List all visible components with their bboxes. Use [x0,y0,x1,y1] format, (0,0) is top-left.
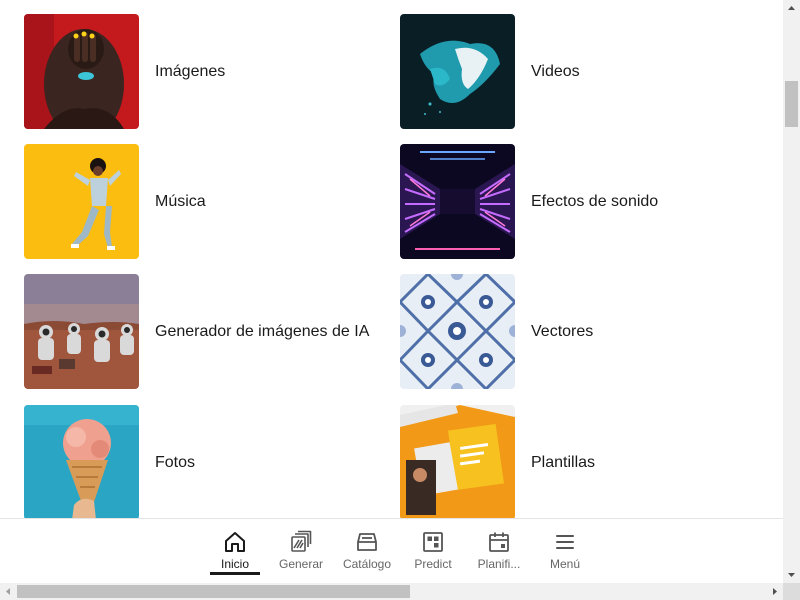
home-icon [223,530,247,554]
nav-label: Catálogo [342,557,392,571]
nav-label: Planifi... [477,557,521,571]
scroll-up-arrow-icon[interactable] [783,0,800,17]
category-label: Música [155,192,206,210]
main-content: Imágenes Videos Música Efectos de sonido… [0,0,783,583]
nav-menu[interactable]: Menú [532,519,598,583]
category-sound-effects[interactable]: Efectos de sonido [400,144,658,259]
dancer-yellow-thumbnail [24,144,139,259]
nav-label: Predict [414,557,452,571]
scroll-down-arrow-icon[interactable] [783,566,800,583]
category-vectors[interactable]: Vectores [400,274,593,389]
nav-label: Menú [549,557,581,571]
scroll-right-arrow-icon[interactable] [766,583,783,600]
predict-icon [421,530,445,554]
scroll-left-arrow-icon[interactable] [0,583,17,600]
category-label: Fotos [155,453,196,471]
horizontal-scroll-thumb[interactable] [17,585,410,598]
teal-fabric-thumbnail [400,14,515,129]
generate-icon [289,530,313,554]
category-templates[interactable]: Plantillas [400,405,595,520]
calendar-icon [487,530,511,554]
nav-catalog[interactable]: Catálogo [334,519,400,583]
category-videos[interactable]: Videos [400,14,580,129]
vertical-scroll-thumb[interactable] [785,81,798,127]
category-label: Generador de imágenes de IA [155,322,370,340]
category-music[interactable]: Música [24,144,206,259]
neon-tunnel-thumbnail [400,144,515,259]
astronauts-desert-thumbnail [24,274,139,389]
category-label: Videos [531,62,580,80]
menu-icon [553,530,577,554]
scrollbar-corner [783,583,800,600]
ice-cream-thumbnail [24,405,139,520]
bottom-navigation: Inicio Generar Catálogo Predict Planifi.… [0,518,783,583]
category-label: Efectos de sonido [531,192,659,210]
nav-generate[interactable]: Generar [268,519,334,583]
category-label: Plantillas [531,453,596,471]
nav-label: Inicio [220,557,249,571]
category-ai-generator[interactable]: Generador de imágenes de IA [24,274,369,389]
category-images[interactable]: Imágenes [24,14,225,129]
nav-predict[interactable]: Predict [400,519,466,583]
category-label: Imágenes [155,62,226,80]
nav-home[interactable]: Inicio [202,519,268,583]
vertical-scrollbar[interactable] [783,0,800,583]
nav-label: Generar [278,557,324,571]
horizontal-scrollbar[interactable] [0,583,783,600]
woman-portrait-thumbnail [24,14,139,129]
category-label: Vectores [531,322,594,340]
catalog-icon [355,530,379,554]
nav-planner[interactable]: Planifi... [466,519,532,583]
template-orange-thumbnail [400,405,515,520]
category-photos[interactable]: Fotos [24,405,195,520]
active-indicator [210,572,260,575]
blue-pattern-thumbnail [400,274,515,389]
